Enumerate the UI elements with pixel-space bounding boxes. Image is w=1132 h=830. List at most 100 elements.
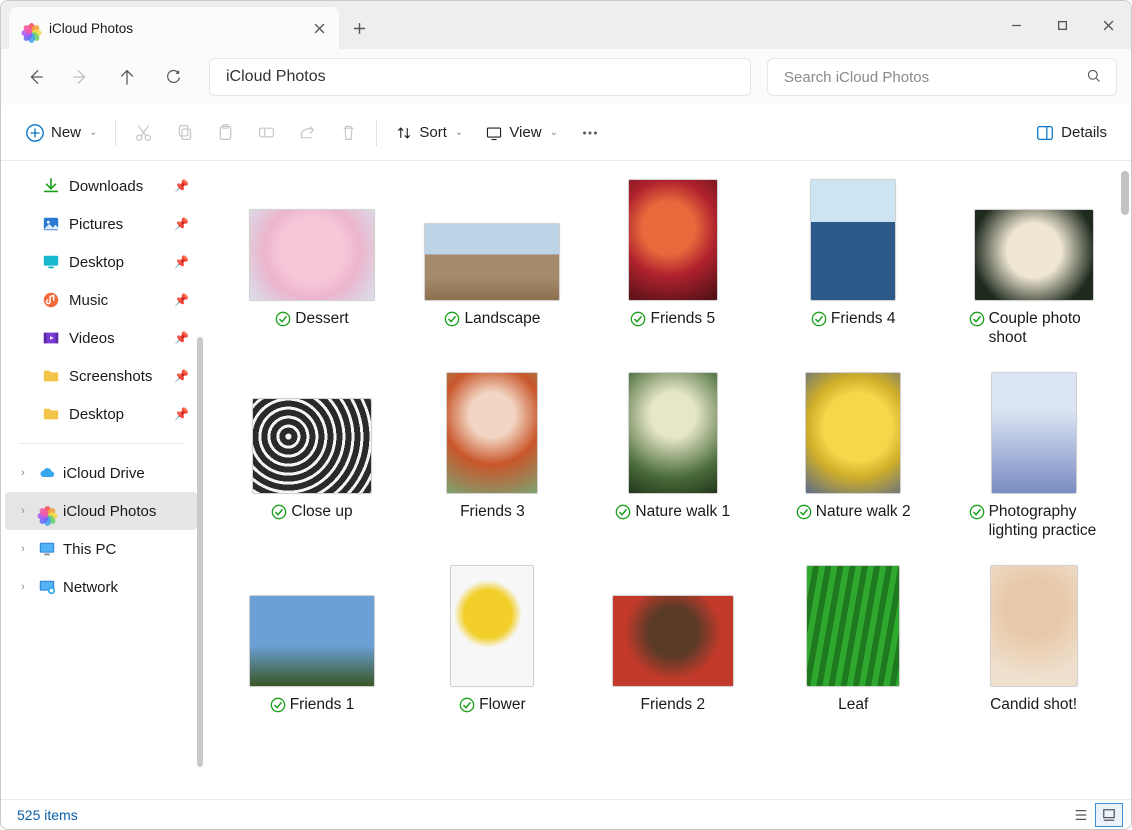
photo-item[interactable]: Friends 2: [598, 555, 748, 724]
nav-back-button[interactable]: [15, 57, 55, 97]
photo-name: Friends 5: [650, 309, 715, 328]
photos-app-icon: [21, 18, 41, 38]
photo-item[interactable]: Nature walk 1: [598, 362, 748, 547]
photo-thumbnail: [810, 179, 896, 301]
sidebar-quick-downloads[interactable]: Downloads📌: [5, 167, 197, 205]
close-window-button[interactable]: [1085, 1, 1131, 49]
view-label: View: [509, 124, 541, 141]
folder-icon: [41, 404, 61, 424]
sidebar-quick-videos[interactable]: Videos📌: [5, 319, 197, 357]
photo-name: Couple photo shoot: [989, 309, 1109, 348]
tab-icloud-photos[interactable]: iCloud Photos: [9, 7, 339, 49]
photo-grid: Dessert Landscape Friends 5 Friends 4 Couple…: [237, 169, 1113, 724]
photo-item[interactable]: Friends 5: [598, 169, 748, 354]
thumbnail-view-button[interactable]: [1095, 803, 1123, 827]
sidebar-tree-icloud-drive[interactable]: ›iCloud Drive: [5, 454, 197, 492]
photo-item[interactable]: Friends 4: [778, 169, 928, 354]
rename-icon: [257, 123, 276, 142]
photo-item[interactable]: Candid shot!: [959, 555, 1109, 724]
nav-refresh-button[interactable]: [153, 57, 193, 97]
photo-item[interactable]: Friends 3: [417, 362, 567, 547]
photo-caption: Landscape: [417, 309, 567, 332]
status-bar: 525 items: [1, 799, 1131, 829]
sidebar-tree-icloud-photos[interactable]: ›iCloud Photos: [5, 492, 197, 530]
chevron-right-icon: ›: [15, 543, 31, 555]
photo-caption: Close up: [237, 502, 387, 525]
photo-caption: Friends 4: [778, 309, 928, 332]
photo-caption: Friends 2: [598, 695, 748, 714]
window-controls: [993, 1, 1131, 49]
cut-button[interactable]: [124, 113, 163, 153]
photo-caption: Photography lighting practice: [959, 502, 1109, 541]
sort-button[interactable]: Sort ⌄: [385, 113, 473, 153]
photo-name: Friends 2: [640, 695, 705, 714]
more-button[interactable]: [570, 113, 610, 153]
sidebar-tree-this-pc[interactable]: ›This PC: [5, 530, 197, 568]
photo-item[interactable]: Nature walk 2: [778, 362, 928, 547]
download-icon: [41, 176, 61, 196]
photo-item[interactable]: Friends 1: [237, 555, 387, 724]
photo-name: Nature walk 1: [635, 502, 730, 521]
chevron-down-icon: ⌄: [89, 127, 97, 138]
minimize-button[interactable]: [993, 1, 1039, 49]
maximize-button[interactable]: [1039, 1, 1085, 49]
tab-close-button[interactable]: [305, 14, 333, 42]
photo-caption: Candid shot!: [959, 695, 1109, 714]
sidebar-quick-music[interactable]: Music📌: [5, 281, 197, 319]
content-area: Dessert Landscape Friends 5 Friends 4 Couple…: [205, 161, 1131, 799]
photo-item[interactable]: Couple photo shoot: [959, 169, 1109, 354]
photo-name: Friends 4: [831, 309, 896, 328]
search-input[interactable]: [782, 68, 1076, 87]
cut-icon: [134, 123, 153, 142]
address-bar[interactable]: iCloud Photos: [209, 58, 751, 96]
photo-item[interactable]: Landscape: [417, 169, 567, 354]
photo-name: Friends 3: [460, 502, 525, 521]
list-icon: [1074, 808, 1088, 822]
nav-forward-button[interactable]: [61, 57, 101, 97]
view-icon: [485, 124, 503, 142]
photo-caption: Friends 5: [598, 309, 748, 332]
sidebar-scrollbar[interactable]: [197, 337, 203, 767]
photo-caption: Nature walk 2: [778, 502, 928, 525]
sync-ok-icon: [275, 311, 291, 332]
new-tab-button[interactable]: [339, 7, 379, 49]
photo-name: Nature walk 2: [816, 502, 911, 521]
rename-button[interactable]: [247, 113, 286, 153]
sort-label: Sort: [419, 124, 447, 141]
details-view-button[interactable]: [1067, 803, 1095, 827]
desktop-icon: [41, 252, 61, 272]
nav-up-button[interactable]: [107, 57, 147, 97]
copy-button[interactable]: [165, 113, 204, 153]
photo-caption: Leaf: [778, 695, 928, 714]
arrow-up-icon: [118, 68, 136, 86]
photo-thumbnail: [612, 595, 734, 687]
sidebar-quick-screenshots[interactable]: Screenshots📌: [5, 357, 197, 395]
new-label: New: [51, 124, 81, 141]
photo-item[interactable]: Dessert: [237, 169, 387, 354]
photo-caption: Dessert: [237, 309, 387, 332]
sort-icon: [395, 124, 413, 142]
sidebar: Downloads📌Pictures📌Desktop📌Music📌Videos📌…: [1, 161, 205, 799]
sidebar-quick-desktop[interactable]: Desktop📌: [5, 395, 197, 433]
trash-icon: [339, 123, 358, 142]
photo-name: Landscape: [464, 309, 540, 328]
photo-item[interactable]: Close up: [237, 362, 387, 547]
sidebar-tree-network[interactable]: ›Network: [5, 568, 197, 606]
photo-thumbnail: [252, 398, 372, 494]
sidebar-quick-pictures[interactable]: Pictures📌: [5, 205, 197, 243]
photo-item[interactable]: Photography lighting practice: [959, 362, 1109, 547]
delete-button[interactable]: [329, 113, 368, 153]
share-button[interactable]: [288, 113, 327, 153]
new-button[interactable]: New ⌄: [15, 113, 107, 153]
photo-caption: Friends 1: [237, 695, 387, 718]
details-pane-button[interactable]: Details: [1025, 113, 1117, 153]
photo-caption: Nature walk 1: [598, 502, 748, 525]
view-button[interactable]: View ⌄: [475, 113, 568, 153]
sidebar-quick-desktop[interactable]: Desktop📌: [5, 243, 197, 281]
sync-ok-icon: [615, 504, 631, 525]
content-scrollbar[interactable]: [1119, 161, 1131, 799]
photo-item[interactable]: Leaf: [778, 555, 928, 724]
paste-button[interactable]: [206, 113, 245, 153]
photo-item[interactable]: Flower: [417, 555, 567, 724]
search-box[interactable]: [767, 58, 1117, 96]
